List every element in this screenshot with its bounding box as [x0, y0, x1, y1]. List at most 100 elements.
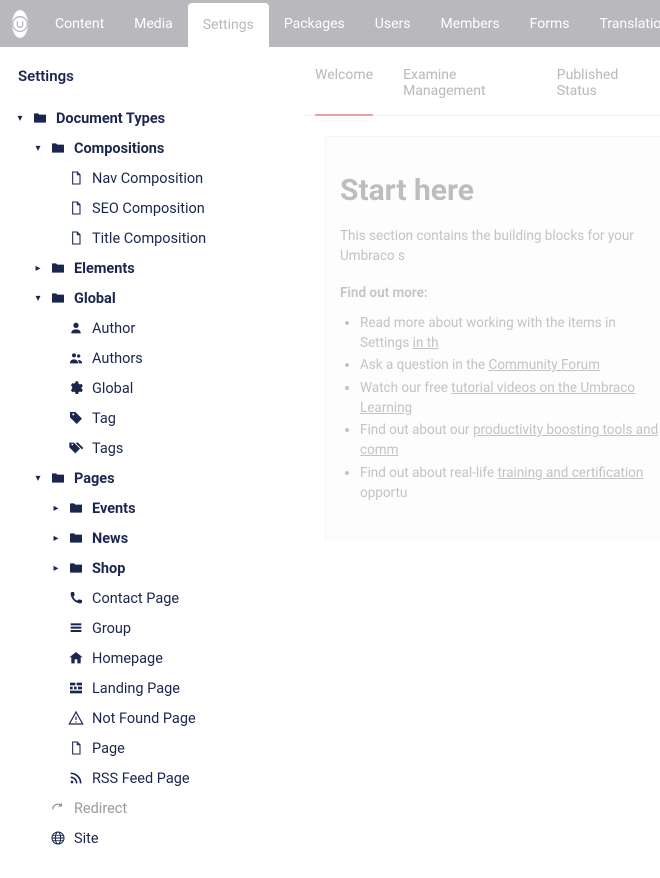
nav-content[interactable]: Content [40, 0, 119, 47]
tree-item-label: Landing Page [92, 680, 180, 697]
tree-item-label: Authors [92, 350, 143, 367]
nav-settings[interactable]: Settings [188, 3, 269, 47]
tree-item-pages[interactable]: ▾Pages [30, 463, 293, 493]
panel-link[interactable]: training and certification [497, 465, 643, 481]
tree-item-news[interactable]: ▸News [48, 523, 293, 553]
panel-bullet: Find out about real-life training and ce… [360, 463, 660, 504]
tree-item-label: Page [92, 740, 125, 757]
panel-intro: This section contains the building block… [340, 226, 660, 267]
tree-item-author[interactable]: ▸Author [48, 313, 293, 343]
warning-icon [66, 710, 86, 726]
main-panel: Welcome Examine Management Published Statu… [305, 47, 660, 878]
tab-published-status[interactable]: Published Status [557, 67, 650, 99]
folder-icon [66, 560, 86, 576]
tree-item-label: SEO Composition [92, 200, 205, 217]
phone-icon [66, 590, 86, 606]
tree-item-label: Global [92, 380, 133, 397]
chevron-right-icon[interactable]: ▸ [48, 533, 64, 544]
tree-children: ▸Author▸Authors▸Global▸Tag▸Tags [30, 313, 293, 463]
folder-icon [48, 470, 68, 486]
tree-item-label: RSS Feed Page [92, 770, 190, 787]
tree-item-shop[interactable]: ▸Shop [48, 553, 293, 583]
tree-item-redirect[interactable]: ▸Redirect [30, 793, 293, 823]
tree-item-global[interactable]: ▸Global [48, 373, 293, 403]
panel-bullet: Ask a question in the Community Forum [360, 355, 660, 375]
panel-link[interactable]: in th [413, 335, 439, 351]
tree-root: ▾Document Types▾Compositions▸Nav Composi… [12, 103, 293, 853]
tree-item-tags[interactable]: ▸Tags [48, 433, 293, 463]
tree-item-authors[interactable]: ▸Authors [48, 343, 293, 373]
folder-icon [48, 290, 68, 306]
home-icon [66, 650, 86, 666]
tree-item-label: Group [92, 620, 131, 637]
chevron-down-icon[interactable]: ▾ [30, 293, 46, 304]
chevron-right-icon[interactable]: ▸ [30, 263, 46, 274]
tree-item-compositions[interactable]: ▾Compositions [30, 133, 293, 163]
tree-item-group[interactable]: ▸Group [48, 613, 293, 643]
tab-welcome[interactable]: Welcome [315, 67, 373, 99]
tree-item-events[interactable]: ▸ Events [48, 493, 293, 523]
panel-findout: Find out more: [340, 283, 660, 303]
panel-bullet: Watch our free tutorial videos on the Um… [360, 378, 660, 419]
tree-item-label: Not Found Page [92, 710, 196, 727]
tree-item-label: Document Types [56, 110, 165, 127]
tree-item-label: Contact Page [92, 590, 179, 607]
tree-item-rss-feed-page[interactable]: ▸RSS Feed Page [48, 763, 293, 793]
panel-link[interactable]: Community Forum [489, 357, 600, 373]
folder-icon [48, 260, 68, 276]
tree-item-label: Site [74, 830, 99, 847]
doc-icon [66, 230, 86, 246]
tree-item-page[interactable]: ▸Page [48, 733, 293, 763]
tree-item-contact-page[interactable]: ▸Contact Page [48, 583, 293, 613]
umbraco-logo[interactable] [12, 10, 28, 38]
panel-heading: Start here [340, 173, 660, 208]
group-icon [66, 620, 86, 636]
tree-item-label: Events [92, 500, 136, 517]
nav-forms[interactable]: Forms [515, 0, 585, 47]
tree-item-label: Nav Composition [92, 170, 203, 187]
tree-item-not-found-page[interactable]: ▸Not Found Page [48, 703, 293, 733]
nav-users[interactable]: Users [360, 0, 426, 47]
doc-icon [66, 200, 86, 216]
folder-icon [30, 110, 50, 126]
tree-item-seo-composition[interactable]: ▸SEO Composition [48, 193, 293, 223]
folder-icon [66, 530, 86, 546]
tree-item-global[interactable]: ▾ Global [30, 283, 293, 313]
chevron-down-icon[interactable]: ▾ [30, 473, 46, 484]
tree-item-nav-composition[interactable]: ▸Nav Composition [48, 163, 293, 193]
tree-item-label: Homepage [92, 650, 163, 667]
tree-item-label: Tags [92, 440, 123, 457]
tree-item-label: Redirect [74, 800, 127, 817]
umbraco-icon [12, 16, 28, 32]
user-icon [66, 320, 86, 336]
rss-icon [66, 770, 86, 786]
redirect-icon [48, 800, 68, 816]
sidebar: Settings ▾Document Types▾Compositions▸Na… [0, 47, 305, 878]
welcome-panel: Start here This section contains the bui… [325, 136, 660, 541]
tree-item-homepage[interactable]: ▸Homepage [48, 643, 293, 673]
tree-item-landing-page[interactable]: ▸Landing Page [48, 673, 293, 703]
nav-translation[interactable]: Translation [584, 0, 660, 47]
tree-item-title-composition[interactable]: ▸Title Composition [48, 223, 293, 253]
users-icon [66, 350, 86, 366]
tab-examine-management[interactable]: Examine Management [403, 67, 527, 99]
nav-packages[interactable]: Packages [269, 0, 360, 47]
nav-media[interactable]: Media [119, 0, 188, 47]
folder-icon [66, 500, 86, 516]
chevron-down-icon[interactable]: ▾ [12, 113, 28, 124]
tree-children: ▾Compositions▸Nav Composition▸SEO Compos… [12, 133, 293, 853]
tree-children: ▸Nav Composition▸SEO Composition▸Title C… [30, 163, 293, 253]
nav-members[interactable]: Members [425, 0, 514, 47]
tree-item-elements[interactable]: ▸Elements [30, 253, 293, 283]
globe-icon [48, 830, 68, 846]
tree-item-tag[interactable]: ▸Tag [48, 403, 293, 433]
tree-item-label: Global [74, 290, 116, 307]
chevron-right-icon[interactable]: ▸ [48, 503, 64, 514]
tree-item-label: Author [92, 320, 135, 337]
tree-item-site[interactable]: ▸Site [30, 823, 293, 853]
tree-item-document-types[interactable]: ▾ Document Types [12, 103, 293, 133]
panel-bullet: Read more about working with the items i… [360, 313, 660, 354]
chevron-down-icon[interactable]: ▾ [30, 143, 46, 154]
chevron-right-icon[interactable]: ▸ [48, 563, 64, 574]
panel-bullet: Find out about our productivity boosting… [360, 420, 660, 461]
